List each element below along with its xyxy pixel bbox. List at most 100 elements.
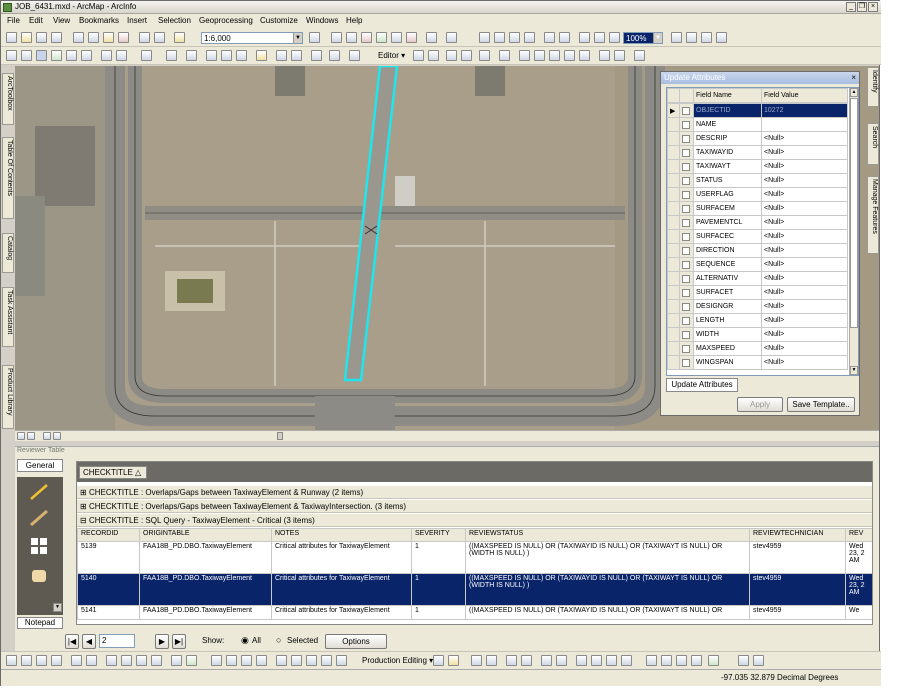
redo-icon[interactable] [154, 32, 165, 43]
field-value-cell[interactable]: <Null> [761, 285, 848, 300]
next-extent-icon[interactable] [594, 32, 605, 43]
production-tool-icon[interactable] [226, 655, 237, 666]
row-checkbox[interactable] [682, 232, 690, 241]
zoom-in-icon[interactable] [6, 50, 17, 61]
swipe-icon[interactable] [349, 50, 360, 61]
time-slider-icon[interactable] [291, 50, 302, 61]
minimize-button[interactable]: _ [846, 2, 856, 12]
reshape-icon[interactable] [534, 50, 545, 61]
fixed-zoom-out-icon[interactable] [559, 32, 570, 43]
globe-icon[interactable] [186, 655, 197, 666]
production-tool-icon[interactable] [106, 655, 117, 666]
scroll-down-icon[interactable]: ▼ [850, 366, 858, 375]
straight-segment-icon[interactable] [446, 50, 457, 61]
field-value-cell[interactable]: <Null> [761, 341, 848, 356]
help-icon[interactable] [446, 32, 457, 43]
production-tool-icon[interactable] [691, 655, 702, 666]
col-recordid[interactable]: RECORDID [77, 528, 140, 542]
production-tool-icon[interactable] [506, 655, 517, 666]
collapse-icon[interactable]: ⊟ [80, 516, 87, 525]
measure-icon[interactable] [256, 50, 267, 61]
attribute-row[interactable]: SURFACEC <Null> [667, 229, 848, 244]
production-tool-icon[interactable] [556, 655, 567, 666]
attribute-row[interactable]: PAVEMENTCL <Null> [667, 215, 848, 230]
zoom-out-icon[interactable] [21, 50, 32, 61]
production-tool-icon[interactable] [541, 655, 552, 666]
col-rev[interactable]: REV [845, 528, 872, 542]
field-value-cell[interactable]: <Null> [761, 299, 848, 314]
attribute-row[interactable]: SEQUENCE <Null> [667, 257, 848, 272]
full-page-icon[interactable] [524, 32, 535, 43]
production-tool-icon[interactable] [86, 655, 97, 666]
point-icon[interactable] [499, 50, 510, 61]
modelbuilder-icon[interactable] [391, 32, 402, 43]
pause-drawing-icon[interactable] [53, 432, 61, 440]
field-value-cell[interactable]: <Null> [761, 131, 848, 146]
paste-icon[interactable] [103, 32, 114, 43]
attribute-row[interactable]: WIDTH <Null> [667, 327, 848, 342]
layout-zoom-in-icon[interactable] [479, 32, 490, 43]
production-editing-menu[interactable]: Production Editing ▾ [362, 656, 433, 665]
expand-icon[interactable]: ⊞ [80, 488, 87, 497]
catalog-icon[interactable] [346, 32, 357, 43]
row-checkbox[interactable] [682, 302, 690, 311]
production-tool-icon[interactable] [291, 655, 302, 666]
production-tool-icon[interactable] [738, 655, 749, 666]
production-tool-icon[interactable] [151, 655, 162, 666]
trace-icon[interactable] [479, 50, 490, 61]
row-checkbox[interactable] [682, 330, 690, 339]
col-notes[interactable]: NOTES [271, 528, 412, 542]
field-value-cell[interactable]: <Null> [761, 159, 848, 174]
identify-icon[interactable] [206, 50, 217, 61]
col-reviewstatus[interactable]: REVIEWSTATUS [465, 528, 750, 542]
select-elements-icon[interactable] [186, 50, 197, 61]
menu-edit[interactable]: Edit [29, 16, 43, 25]
attribute-row[interactable]: SURFACET <Null> [667, 285, 848, 300]
production-tool-icon[interactable] [121, 655, 132, 666]
tab-task-assistant[interactable]: Task Assistant [2, 287, 14, 347]
attribute-row[interactable]: STATUS <Null> [667, 173, 848, 188]
production-tool-icon[interactable] [336, 655, 347, 666]
menu-help[interactable]: Help [346, 16, 362, 25]
tab-identify[interactable]: Identify [867, 67, 879, 107]
production-tool-icon[interactable] [621, 655, 632, 666]
reviewer-grid[interactable]: CHECKTITLE △ ⊞ CHECKTITLE : Overlaps/Gap… [76, 461, 873, 625]
attribute-row[interactable]: DIRECTION <Null> [667, 243, 848, 258]
next-record-button[interactable]: ▶ [155, 634, 169, 649]
layout-zoom-out-icon[interactable] [494, 32, 505, 43]
tab-search[interactable]: Search [867, 123, 879, 165]
delete-icon[interactable] [118, 32, 129, 43]
production-tool-icon[interactable] [708, 655, 719, 666]
menu-customize[interactable]: Customize [260, 16, 298, 25]
fixed-zoom-in-icon[interactable] [544, 32, 555, 43]
attribute-row[interactable]: MAXSPEED <Null> [667, 341, 848, 356]
field-value-cell[interactable] [761, 117, 848, 132]
viewer-icon[interactable] [329, 50, 340, 61]
field-value-cell[interactable]: <Null> [761, 355, 848, 370]
close-button[interactable]: × [868, 2, 878, 12]
field-value-cell[interactable]: <Null> [761, 327, 848, 342]
row-checkbox[interactable] [682, 358, 690, 367]
production-tool-icon[interactable] [51, 655, 62, 666]
attribute-row[interactable]: DESIGNGR <Null> [667, 299, 848, 314]
fixed-zoom-in-tool-icon[interactable] [66, 50, 77, 61]
edit-tool-icon[interactable] [413, 50, 424, 61]
tab-catalog[interactable]: Catalog [2, 233, 14, 273]
production-tool-icon[interactable] [521, 655, 532, 666]
open-icon[interactable] [21, 32, 32, 43]
find-icon[interactable] [221, 50, 232, 61]
attribute-row[interactable]: USERFLAG <Null> [667, 187, 848, 202]
hyperlink-icon[interactable] [311, 50, 322, 61]
previous-extent-icon[interactable] [579, 32, 590, 43]
production-tool-icon[interactable] [606, 655, 617, 666]
attribute-row[interactable]: NAME [667, 117, 848, 132]
brush-icon[interactable] [27, 507, 51, 529]
focus-data-frame-icon[interactable] [686, 32, 697, 43]
save-icon[interactable] [36, 32, 47, 43]
save-template-button[interactable]: Save Template.. [787, 397, 855, 412]
html-popup-icon[interactable] [236, 50, 247, 61]
tab-update-attributes[interactable]: Update Attributes [666, 378, 738, 392]
row-checkbox[interactable] [682, 204, 690, 213]
search-window-icon[interactable] [406, 32, 417, 43]
field-value-cell[interactable]: <Null> [761, 201, 848, 216]
